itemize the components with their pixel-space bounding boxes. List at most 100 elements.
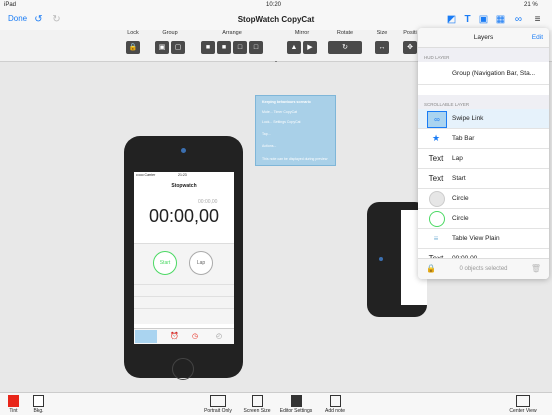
center-view-icon (516, 395, 530, 407)
layer-label: Group (Navigation Bar, Sta... (452, 70, 536, 77)
hud-layer-label: HUD LAYER (424, 55, 450, 60)
layer-row[interactable]: ≡ Table View Plain (418, 229, 549, 249)
position-label: Positi (403, 30, 417, 36)
lap-button[interactable]: Lap (189, 251, 213, 275)
note-title: Keeping behaviours scenario (262, 100, 311, 104)
send-backward-icon[interactable]: □ (233, 41, 247, 54)
add-note-button[interactable]: Add note (323, 395, 347, 414)
center-view-button[interactable]: Center View (506, 395, 540, 414)
position-control[interactable]: ✥ (403, 41, 417, 54)
layers-header: Layers Edit (418, 28, 549, 48)
ungroup-icon[interactable]: ▢ (171, 41, 185, 54)
table-icon: ≡ (433, 234, 439, 243)
layer-label: Circle (452, 215, 469, 222)
grid-icon[interactable]: ▦ (495, 14, 506, 25)
section-header: HUD LAYER (418, 48, 549, 62)
divider (134, 284, 234, 285)
layer-row[interactable]: Group (Navigation Bar, Sta... (418, 62, 549, 85)
link-icon[interactable]: ∞ (513, 14, 524, 25)
center-view-label: Center View (509, 408, 537, 414)
stopwatch-title: Stopwatch (171, 183, 197, 189)
layer-row[interactable]: Circle (418, 209, 549, 229)
trash-icon[interactable]: 🗑 (531, 264, 541, 273)
mirror-horizontal-icon[interactable]: ▶ (303, 41, 317, 54)
circle-icon (429, 211, 445, 227)
group-group: Group ▣ ▢ (150, 30, 190, 54)
status-time: 10:20 (266, 2, 282, 8)
layer-label: Lap (452, 155, 463, 162)
layer-label: Start (452, 175, 466, 182)
mirror-vertical-icon[interactable]: ▲ (287, 41, 301, 54)
screen-size-icon (251, 395, 263, 407)
device-label: iPad (4, 2, 17, 8)
layer-row[interactable]: Text Lap (418, 149, 549, 169)
stopwatch-icon[interactable]: ◷ (192, 332, 198, 340)
screen-size-label: Screen Size (243, 408, 271, 414)
note-line: Tap... (262, 132, 271, 136)
start-button[interactable]: Start (153, 251, 177, 275)
lock-icon[interactable]: 🔒 (126, 41, 140, 54)
position-group: Positi ✥ (400, 30, 420, 54)
layer-row[interactable]: ★ Tab Bar (418, 129, 549, 149)
paint-bucket-icon[interactable]: ◩ (446, 14, 457, 25)
note-line: Mute... Timer CopyCat (262, 110, 298, 114)
tint-control[interactable]: Tint (8, 395, 19, 414)
text-icon: Text (428, 174, 444, 183)
size-label: Size (376, 30, 388, 36)
note-line: Lock... Settings CopyCat (262, 120, 301, 124)
camera-icon (181, 148, 186, 153)
note-icon (329, 395, 341, 407)
group-icon[interactable]: ▣ (155, 41, 169, 54)
layers-title: Layers (473, 34, 494, 41)
mirror-label: Mirror (294, 30, 310, 36)
tab-bar: ⏰ ◷ ◴ (134, 328, 234, 344)
timer-icon[interactable]: ◴ (216, 332, 222, 340)
camera-icon (379, 257, 383, 261)
menu-icon[interactable]: ≡ (532, 14, 543, 25)
layer-row[interactable]: ∞ Swipe Link (418, 109, 549, 129)
portrait-label: Portrait Only (204, 408, 232, 414)
layer-label: Circle (452, 195, 469, 202)
mirror-group: Mirror ▲ ▶ (282, 30, 322, 54)
bottom-toolbar: Tint Bkg. Portrait Only Screen Size Edit… (0, 392, 552, 415)
divider (134, 308, 234, 309)
orientation-icon (210, 395, 226, 407)
portrait-only-button[interactable]: Portrait Only (200, 395, 236, 414)
edit-button[interactable]: Edit (532, 34, 543, 41)
background-swatch (33, 395, 44, 407)
iphone-mockup[interactable]: •••oo Carrier 21:23 Stopwatch 00:00,00 0… (124, 136, 243, 380)
main-time-display: 00:00,00 (148, 206, 220, 226)
background-control[interactable]: Bkg. (33, 395, 44, 414)
section-header: SCROLLABLE LAYER (418, 95, 549, 109)
lap-time-small: 00:00,00 (198, 199, 218, 205)
send-back-icon[interactable]: □ (249, 41, 263, 54)
note-footer: This note can be displayed during previe… (262, 157, 328, 161)
layer-row[interactable]: Circle (418, 189, 549, 209)
status-bar: iPad 10:20 21 % (0, 0, 552, 10)
tint-label: Tint (9, 408, 18, 414)
size-control[interactable]: ↔ (375, 41, 389, 54)
text-tool-icon[interactable]: T (462, 14, 473, 25)
star-icon: ★ (431, 133, 441, 143)
lock-group: Lock 🔒 (122, 30, 144, 54)
bring-forward-icon[interactable]: ■ (217, 41, 231, 54)
layer-row[interactable]: Text Start (418, 169, 549, 189)
phone-screen[interactable]: •••oo Carrier 21:23 Stopwatch 00:00,00 0… (134, 172, 234, 344)
bring-front-icon[interactable]: ■ (201, 41, 215, 54)
bkg-label: Bkg. (33, 408, 44, 414)
tab-world-clock[interactable] (135, 330, 157, 343)
image-icon[interactable]: ▣ (478, 14, 489, 25)
editor-settings-label: Editor Settings (279, 408, 313, 414)
tint-swatch (8, 395, 19, 407)
sticky-note[interactable]: Keeping behaviours scenario Mute... Time… (255, 95, 336, 166)
screen-size-button[interactable]: Screen Size (243, 395, 271, 414)
text-icon: Text (428, 154, 444, 163)
alarm-icon[interactable]: ⏰ (170, 332, 179, 340)
rotate-control[interactable]: ↻ (328, 41, 362, 54)
group-label: Group (162, 30, 178, 36)
editor-settings-button[interactable]: Editor Settings (278, 395, 314, 414)
lock-label: Lock (127, 30, 139, 36)
arrange-label: Arrange (222, 30, 242, 36)
size-group: Size ↔ (370, 30, 394, 54)
circle-icon (429, 191, 445, 207)
